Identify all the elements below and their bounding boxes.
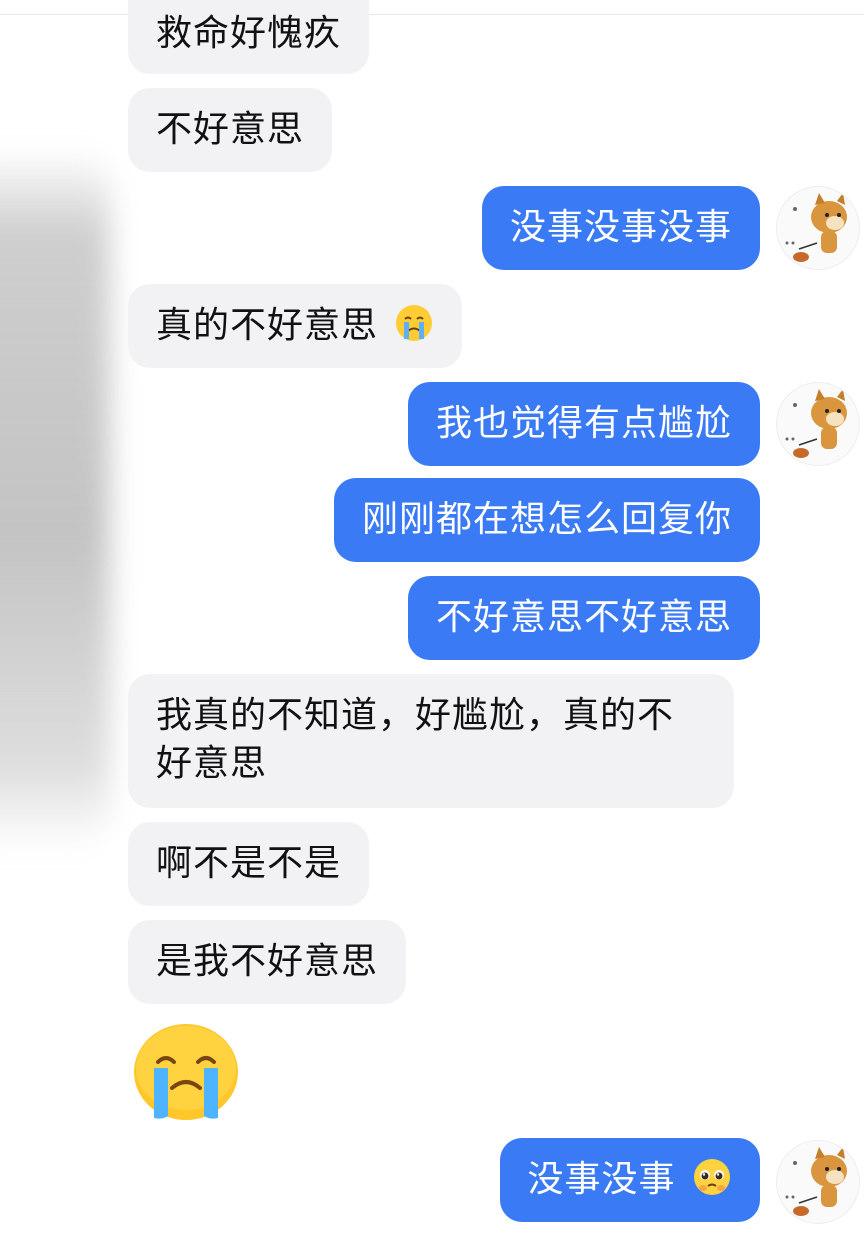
pleading-face-icon — [694, 1159, 730, 1195]
message-text: 我也觉得有点尴尬 — [435, 403, 732, 444]
message-text: 啊不是不是 — [156, 843, 342, 884]
message-bubble-incoming[interactable]: 救命好愧疚 — [128, 0, 370, 74]
redacted-area — [0, 150, 110, 850]
message-bubble-outgoing[interactable]: 没事没事 — [499, 1138, 760, 1222]
message-bubble-outgoing[interactable]: 我也觉得有点尴尬 — [407, 382, 760, 466]
loudly-crying-face-icon[interactable] — [132, 1022, 240, 1122]
message-text: 没事没事 — [527, 1159, 676, 1200]
shiba-dog-avatar-icon — [785, 193, 847, 262]
message-text: 不好意思不好意思 — [435, 597, 732, 638]
message-bubble-outgoing[interactable]: 不好意思不好意思 — [407, 576, 760, 660]
shiba-dog-avatar-icon — [785, 389, 847, 458]
avatar[interactable] — [776, 382, 860, 466]
crying-face-icon — [396, 305, 433, 341]
message-text: 没事没事没事 — [509, 207, 732, 248]
message-bubble-outgoing[interactable]: 刚刚都在想怎么回复你 — [333, 478, 760, 562]
message-text: 真的不好意思 — [156, 305, 379, 346]
chat-screen: 救命好愧疚 不好意思 没事没事没事 真的不好意思 我也觉得有点尴尬 刚刚都在想怎… — [0, 0, 864, 1242]
shiba-dog-avatar-icon — [785, 1147, 847, 1216]
message-text: 是我不好意思 — [156, 941, 379, 982]
message-bubble-incoming[interactable]: 我真的不知道，好尴尬，真的不好意思 — [128, 674, 734, 808]
avatar[interactable] — [776, 186, 860, 270]
message-text: 救命好愧疚 — [156, 13, 342, 54]
message-bubble-incoming[interactable]: 啊不是不是 — [128, 822, 370, 906]
message-bubble-incoming[interactable]: 真的不好意思 — [128, 284, 463, 368]
message-bubble-incoming[interactable]: 不好意思 — [128, 88, 333, 172]
message-bubble-outgoing[interactable]: 没事没事没事 — [481, 186, 760, 270]
message-text: 刚刚都在想怎么回复你 — [361, 499, 732, 540]
message-text: 我真的不知道，好尴尬，真的不好意思 — [156, 695, 675, 784]
avatar[interactable] — [776, 1140, 860, 1224]
message-bubble-incoming[interactable]: 是我不好意思 — [128, 920, 407, 1004]
message-text: 不好意思 — [156, 109, 305, 150]
